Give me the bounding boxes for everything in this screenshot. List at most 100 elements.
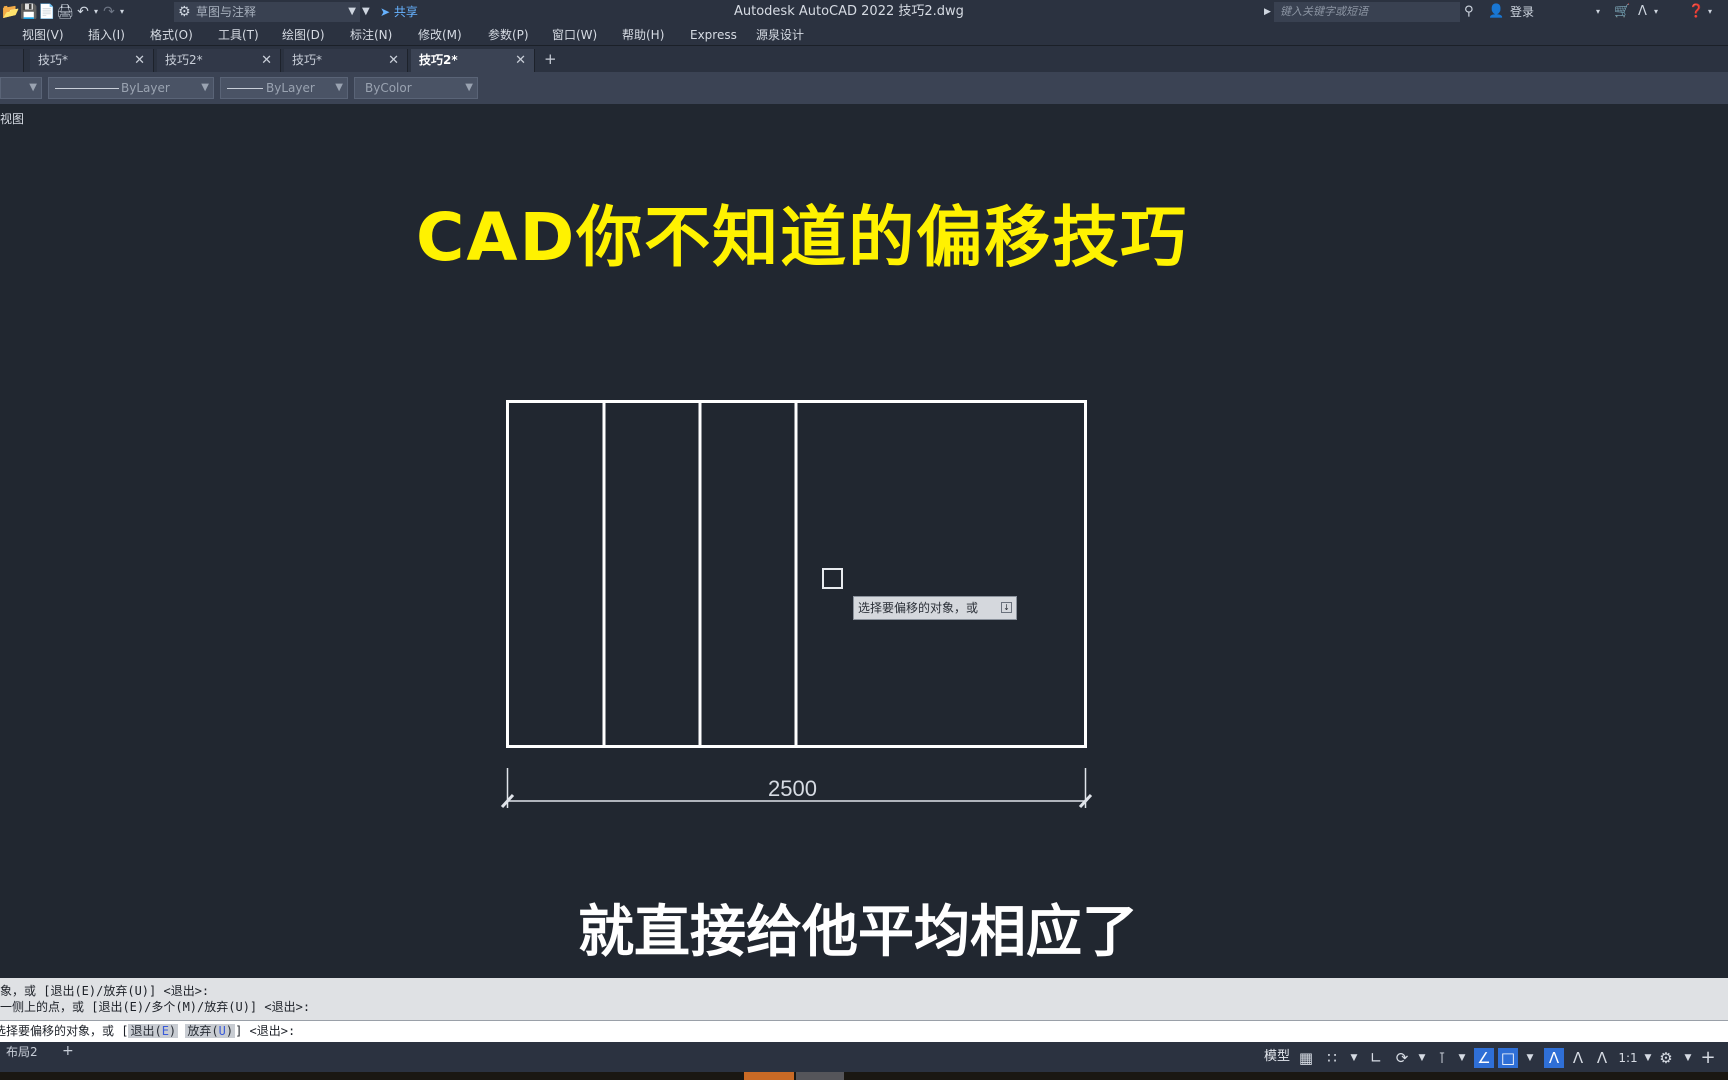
linetype-preview bbox=[55, 88, 119, 89]
customize-plus-icon[interactable]: + bbox=[1698, 1048, 1718, 1068]
workspace-dropdown-icon[interactable]: ▼ bbox=[1678, 1048, 1698, 1068]
menu-modify[interactable]: 修改(M) bbox=[418, 27, 462, 43]
command-history: 象，或 [退出(E)/放弃(U)] <退出>: 一侧上的点，或 [退出(E)/多… bbox=[0, 978, 1728, 1020]
option-exit-key: E bbox=[161, 1024, 169, 1038]
close-icon[interactable]: ✕ bbox=[515, 49, 526, 72]
workspace-select[interactable]: ⚙ 草图与注释 ▼ bbox=[174, 2, 360, 22]
search-icon[interactable]: ⚲ bbox=[1464, 3, 1474, 21]
snap-icon[interactable]: ∷ bbox=[1322, 1048, 1342, 1068]
tab-overflow[interactable] bbox=[0, 49, 24, 72]
redo-icon[interactable]: ↷ bbox=[100, 3, 118, 21]
tab-document[interactable]: 技巧2* ✕ bbox=[157, 49, 281, 72]
undo-icon[interactable]: ↶ bbox=[74, 3, 92, 21]
autocad-window: 📂 💾 📄 🖨 ↶ ▾ ↷ ▾ ⚙ 草图与注释 ▼ ▼ ➤ 共享 Autodes… bbox=[0, 0, 1728, 1080]
add-layout-plus-icon[interactable]: + bbox=[62, 1043, 74, 1059]
user-icon[interactable]: 👤 bbox=[1488, 3, 1504, 21]
osnap-dropdown-icon[interactable]: ▼ bbox=[1520, 1048, 1540, 1068]
chevron-down-icon: ▼ bbox=[29, 82, 37, 93]
linetype-value: ByLayer bbox=[121, 81, 170, 95]
command-prompt: 选择要偏移的对象，或 [退出(E) 放弃(U)] <退出>: bbox=[0, 1024, 295, 1039]
lineweight-value: ByLayer bbox=[266, 81, 315, 95]
object-snap-tracking-icon[interactable]: ∠ bbox=[1474, 1048, 1494, 1068]
help-dropdown-icon[interactable]: ▾ bbox=[1708, 3, 1712, 21]
menu-view[interactable]: 视图(V) bbox=[22, 27, 64, 43]
chevron-down-icon: ▼ bbox=[348, 6, 356, 17]
os-taskbar bbox=[0, 1072, 1728, 1080]
close-icon[interactable]: ✕ bbox=[388, 49, 399, 72]
lineweight-dropdown[interactable]: ByLayer ▼ bbox=[220, 77, 348, 99]
menu-yuanquan[interactable]: 源泉设计 bbox=[756, 27, 804, 43]
tab-document[interactable]: 技巧* ✕ bbox=[30, 49, 154, 72]
help-icon[interactable]: ❓ bbox=[1688, 3, 1704, 21]
redo-dropdown-icon[interactable]: ▾ bbox=[118, 3, 126, 21]
model-space-toggle[interactable]: 模型 bbox=[1264, 1048, 1290, 1066]
paper-plane-icon: ➤ bbox=[380, 5, 391, 19]
polar-dropdown-icon[interactable]: ▼ bbox=[1412, 1048, 1432, 1068]
save-icon[interactable]: 💾 bbox=[20, 3, 38, 21]
cart-icon[interactable]: 🛒 bbox=[1614, 3, 1630, 21]
menu-parametric[interactable]: 参数(P) bbox=[488, 27, 529, 43]
taskbar-app[interactable] bbox=[796, 1072, 844, 1080]
menu-draw[interactable]: 绘图(D) bbox=[282, 27, 325, 43]
option-exit[interactable]: 退出(E) bbox=[128, 1024, 179, 1038]
search-input[interactable]: 键入关键字或短语 bbox=[1274, 2, 1460, 22]
menu-dimension[interactable]: 标注(N) bbox=[350, 27, 392, 43]
command-line-input[interactable]: 选择要偏移的对象，或 [退出(E) 放弃(U)] <退出>: bbox=[0, 1020, 1728, 1042]
chevron-down-icon: ▼ bbox=[335, 82, 343, 93]
open-file-icon[interactable]: 📂 bbox=[2, 3, 20, 21]
properties-bar: ▼ ByLayer ▼ ByLayer ▼ ByColor ▼ bbox=[0, 72, 1728, 104]
customize-qa-icon[interactable]: ▼ bbox=[362, 3, 370, 21]
video-subtitle: 就直接给他平均相应了 bbox=[578, 900, 1138, 965]
layout-tab[interactable]: 布局2 bbox=[6, 1044, 38, 1060]
saveas-icon[interactable]: 📄 bbox=[38, 3, 56, 21]
share-label: 共享 bbox=[393, 5, 418, 19]
undo-dropdown-icon[interactable]: ▾ bbox=[92, 3, 100, 21]
quick-access-toolbar: 📂 💾 📄 🖨 ↶ ▾ ↷ ▾ bbox=[2, 3, 126, 21]
taskbar-app-active[interactable] bbox=[744, 1072, 794, 1080]
menu-express[interactable]: Express bbox=[690, 27, 737, 43]
gear-icon: ⚙ bbox=[178, 4, 191, 20]
polar-tracking-icon[interactable]: ⟳ bbox=[1392, 1048, 1412, 1068]
grid-icon[interactable]: ▦ bbox=[1296, 1048, 1316, 1068]
share-button[interactable]: ➤ 共享 bbox=[380, 3, 418, 21]
new-tab-plus-icon[interactable]: + bbox=[544, 50, 557, 68]
expand-arrow-icon[interactable]: ▶ bbox=[1264, 3, 1271, 21]
isodraft-icon[interactable]: ⊺ bbox=[1432, 1048, 1452, 1068]
scale-dropdown-icon[interactable]: ▼ bbox=[1638, 1048, 1658, 1068]
menu-format[interactable]: 格式(O) bbox=[150, 27, 193, 43]
menu-tools[interactable]: 工具(T) bbox=[218, 27, 259, 43]
login-dropdown-icon[interactable]: ▾ bbox=[1596, 3, 1600, 21]
workspace-label: 草图与注释 bbox=[196, 5, 257, 19]
a360-dropdown-icon[interactable]: ▾ bbox=[1654, 3, 1658, 21]
ortho-icon[interactable]: ∟ bbox=[1366, 1048, 1386, 1068]
close-icon[interactable]: ✕ bbox=[134, 49, 145, 72]
snap-dropdown-icon[interactable]: ▼ bbox=[1344, 1048, 1364, 1068]
isodraft-dropdown-icon[interactable]: ▼ bbox=[1452, 1048, 1472, 1068]
command-history-line: 一侧上的点，或 [退出(E)/多个(M)/放弃(U)] <退出>: bbox=[0, 1000, 311, 1014]
plotstyle-dropdown[interactable]: ByColor ▼ bbox=[354, 77, 478, 99]
auto-scale-icon[interactable]: Λ bbox=[1568, 1048, 1588, 1068]
linetype-dropdown[interactable]: ByLayer ▼ bbox=[48, 77, 214, 99]
annotation-scale-icon[interactable]: Λ bbox=[1592, 1048, 1612, 1068]
menu-window[interactable]: 窗口(W) bbox=[552, 27, 597, 43]
option-undo[interactable]: 放弃(U) bbox=[185, 1024, 236, 1038]
login-link[interactable]: 登录 bbox=[1510, 3, 1534, 21]
menu-help[interactable]: 帮助(H) bbox=[622, 27, 664, 43]
prompt-prefix: 选择要偏移的对象，或 [ bbox=[0, 1024, 129, 1038]
autodesk-a-icon[interactable]: Λ bbox=[1638, 3, 1647, 21]
tab-document[interactable]: 技巧* ✕ bbox=[284, 49, 408, 72]
annotation-visibility-icon[interactable]: Λ bbox=[1544, 1048, 1564, 1068]
gear-icon[interactable]: ⚙ bbox=[1656, 1048, 1676, 1068]
tab-label: 技巧2* bbox=[419, 53, 458, 67]
arrow-down-icon[interactable]: ↓ bbox=[1001, 602, 1012, 613]
dimension-value[interactable]: 2500 bbox=[768, 776, 817, 802]
close-icon[interactable]: ✕ bbox=[261, 49, 272, 72]
chevron-down-icon: ▼ bbox=[201, 82, 209, 93]
print-icon[interactable]: 🖨 bbox=[56, 3, 74, 21]
tab-document-active[interactable]: 技巧2* ✕ bbox=[411, 49, 535, 72]
menu-insert[interactable]: 插入(I) bbox=[88, 27, 125, 43]
dynamic-input-tooltip: 选择要偏移的对象，或 ↓ bbox=[853, 596, 1017, 620]
pickbox-cursor bbox=[822, 568, 843, 589]
object-snap-icon[interactable]: □ bbox=[1498, 1048, 1518, 1068]
color-dropdown[interactable]: ▼ bbox=[0, 77, 42, 99]
